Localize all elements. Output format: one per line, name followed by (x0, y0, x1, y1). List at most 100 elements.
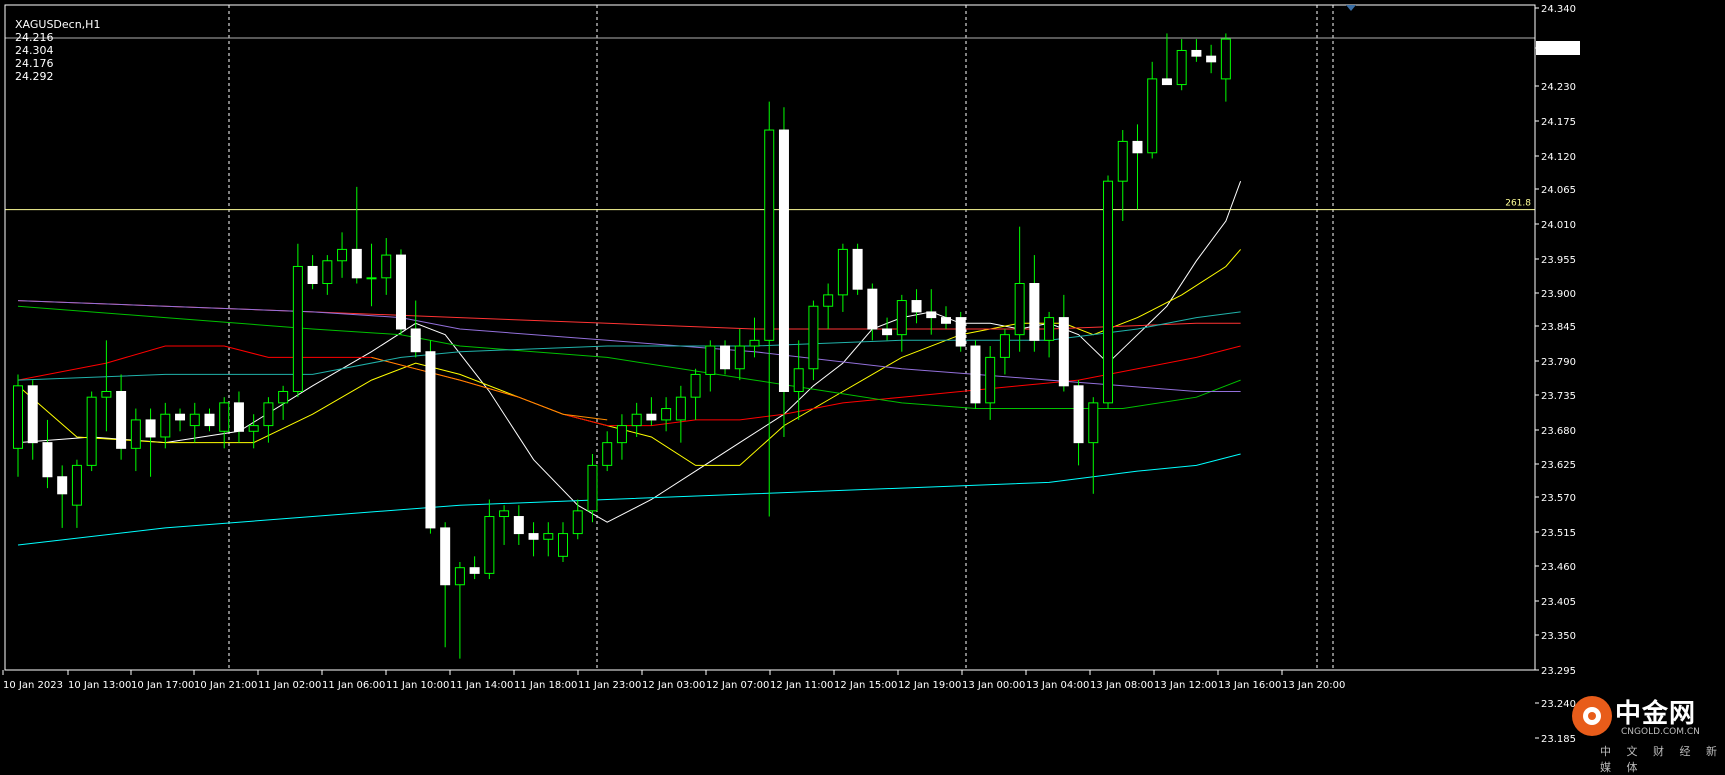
candle-body-up (896, 300, 907, 336)
price-tick-label: 24.010 (1541, 220, 1576, 231)
candle[interactable] (852, 243, 863, 295)
price-tick-label: 24.230 (1541, 82, 1576, 93)
chart-background (0, 0, 1725, 764)
candle-body-down (1058, 317, 1069, 387)
candle-body-up (337, 248, 348, 262)
candle-body-up (587, 464, 598, 512)
candle-body-down (307, 265, 318, 285)
candle-body-down (867, 288, 878, 330)
candle-body-up (749, 339, 760, 347)
candle-body-up (366, 277, 377, 280)
candle-body-down (469, 567, 480, 574)
time-tick-label: 10 Jan 21:00 (194, 680, 257, 691)
price-tick-label: 24.175 (1541, 117, 1576, 128)
time-tick-label: 10 Jan 2023 (3, 680, 63, 691)
time-tick-label: 10 Jan 17:00 (131, 680, 194, 691)
candle-body-up (1103, 180, 1114, 404)
chart-title: XAGUSDecn,H1 24.216 24.304 24.176 24.292 (8, 5, 104, 83)
candle-body-down (528, 533, 539, 540)
candle[interactable] (808, 300, 819, 381)
candle-body-up (1176, 49, 1187, 86)
candle-body-down (911, 300, 922, 313)
candle-body-up (793, 368, 804, 392)
candle-body-down (882, 328, 893, 336)
candle-body-down (646, 413, 657, 421)
candle-body-up (248, 425, 259, 432)
price-tick-label: 23.625 (1541, 460, 1576, 471)
time-tick-label: 12 Jan 15:00 (834, 680, 897, 691)
candle[interactable] (1103, 175, 1114, 409)
candle-body-up (1147, 78, 1158, 154)
price-tick-label: 23.735 (1541, 391, 1576, 402)
candle-body-up (690, 373, 701, 398)
high-value: 24.304 (15, 44, 54, 57)
price-tick-label: 23.460 (1541, 562, 1576, 573)
candle-body-up (734, 345, 745, 370)
candle-body-down (27, 385, 38, 444)
candle-body-up (454, 567, 465, 586)
time-tick-label: 11 Jan 10:00 (386, 680, 449, 691)
candle-body-down (852, 248, 863, 290)
candle-body-up (823, 294, 834, 307)
candle-body-down (410, 328, 421, 353)
candle-body-down (1191, 49, 1202, 57)
time-tick-label: 11 Jan 23:00 (578, 680, 641, 691)
candle-body-up (263, 402, 274, 427)
candle-body-down (395, 254, 406, 330)
candle[interactable] (955, 311, 966, 352)
candle[interactable] (778, 107, 789, 437)
candle-body-up (1088, 402, 1099, 444)
candle-body-down (57, 476, 68, 495)
candle-body-up (86, 396, 97, 466)
candle-body-up (189, 413, 200, 427)
candle-body-down (1132, 140, 1143, 154)
brand-tagline: 中 文 财 经 新 媒 体 (1600, 745, 1723, 774)
watermark-logo: 中金网 CNGOLD.COM.CN 中 文 财 经 新 媒 体 (1565, 685, 1725, 774)
candle-body-down (970, 345, 981, 404)
time-tick-label: 13 Jan 16:00 (1218, 680, 1281, 691)
time-tick-label: 13 Jan 20:00 (1282, 680, 1345, 691)
time-tick-label: 13 Jan 08:00 (1090, 680, 1153, 691)
price-tick-label: 23.570 (1541, 493, 1576, 504)
close-value: 24.292 (15, 70, 54, 83)
candle-body-down (940, 317, 951, 324)
time-tick-label: 13 Jan 12:00 (1154, 680, 1217, 691)
low-value: 24.176 (15, 57, 54, 70)
candle-body-up (292, 265, 303, 392)
time-tick-label: 12 Jan 07:00 (706, 680, 769, 691)
candle-body-up (543, 533, 554, 540)
candle-body-down (440, 527, 451, 586)
candle[interactable] (395, 249, 406, 335)
candle[interactable] (292, 243, 303, 398)
time-tick-label: 11 Jan 06:00 (322, 680, 385, 691)
time-tick-label: 11 Jan 18:00 (514, 680, 577, 691)
time-tick-label: 10 Jan 13:00 (68, 680, 131, 691)
candle-body-up (1220, 38, 1231, 80)
price-tick-label: 23.680 (1541, 426, 1576, 437)
candle-body-down (42, 442, 53, 478)
brand-url: CNGOLD.COM.CN (1621, 727, 1700, 737)
candle[interactable] (86, 391, 97, 472)
candle-body-up (985, 356, 996, 404)
candle-body-up (1014, 283, 1025, 336)
price-chart[interactable]: 261.8 24.340 24.292 24.230 24.175 24.120 24.0… (0, 0, 1725, 764)
fib-level-label: 261.8 (1505, 199, 1531, 209)
price-tick-label: 23.350 (1541, 631, 1576, 642)
time-tick-label: 12 Jan 11:00 (770, 680, 833, 691)
candle-body-down (351, 248, 362, 279)
candle[interactable] (425, 340, 436, 534)
candle[interactable] (970, 340, 981, 409)
price-tick-label: 23.955 (1541, 255, 1576, 266)
candle-body-up (219, 402, 230, 432)
candle-body-down (1073, 385, 1084, 444)
candle-body-down (204, 413, 215, 427)
price-tick-label: 23.295 (1541, 666, 1576, 677)
candle-body-down (513, 516, 524, 535)
brand-name: 中金网 (1615, 699, 1697, 729)
current-price-label: 24.292 (1539, 44, 1574, 55)
candle-body-up (130, 419, 141, 449)
candle-body-down (778, 129, 789, 392)
price-tick-label: 23.790 (1541, 357, 1576, 368)
candle-body-down (425, 351, 436, 529)
candle-body-up (1117, 140, 1128, 182)
